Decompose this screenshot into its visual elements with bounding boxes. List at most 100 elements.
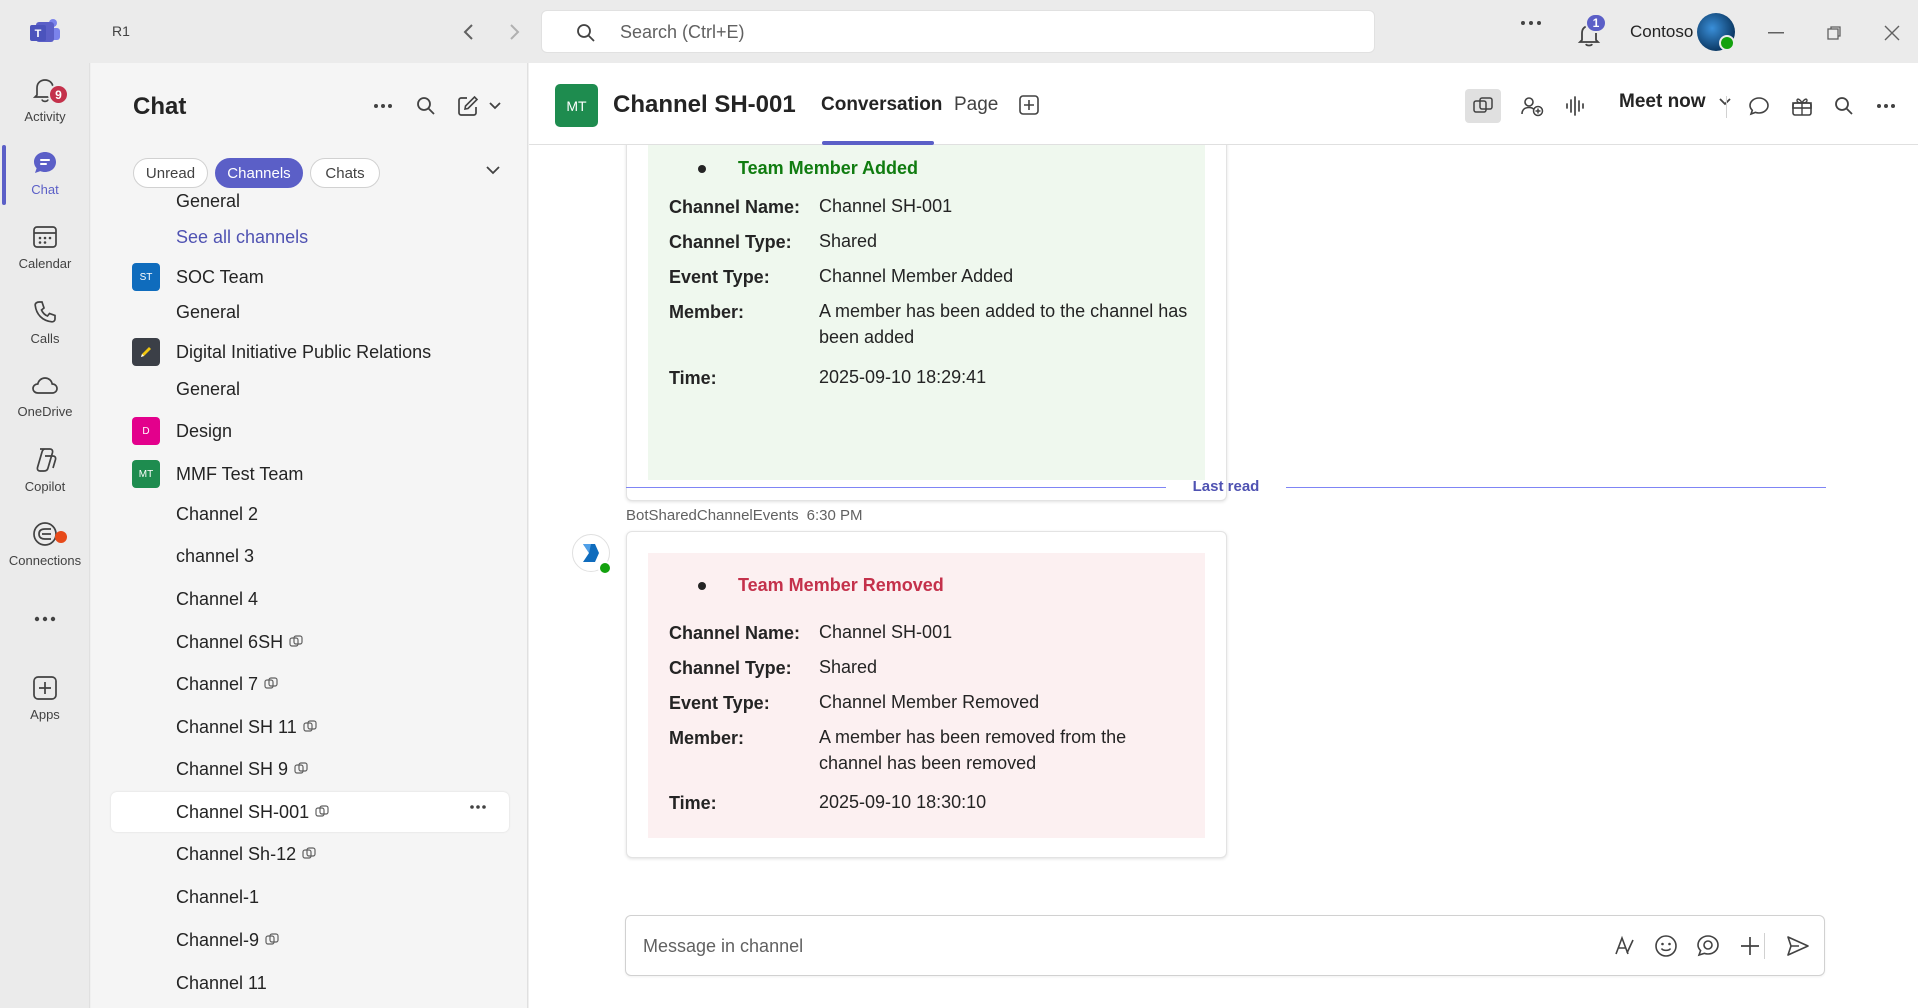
last-read-divider: Last read xyxy=(626,478,1826,498)
rail-item-activity[interactable]: Activity xyxy=(0,63,90,133)
channel-item-channel-2[interactable]: Channel 2 xyxy=(91,494,527,534)
audio-waveform-icon[interactable] xyxy=(1557,89,1593,123)
meet-now-chevron-icon[interactable] xyxy=(1718,97,1732,107)
rail-item-calls[interactable]: Calls xyxy=(0,285,90,355)
rail-item-chat[interactable]: Chat xyxy=(0,136,90,206)
shared-channel-icon xyxy=(315,805,329,819)
team-item-mmf-test-team[interactable]: MT MMF Test Team xyxy=(91,454,527,494)
search-input[interactable] xyxy=(620,19,1320,45)
channel-item-channel-4[interactable]: Channel 4 xyxy=(91,579,527,619)
channel-item-channel-1[interactable]: Channel-1 xyxy=(91,877,527,917)
restore-icon[interactable] xyxy=(1819,18,1849,48)
sidebar-search-icon[interactable] xyxy=(413,93,439,119)
shared-channel-icon xyxy=(303,720,317,734)
team-item-digital-initiative[interactable]: Digital Initiative Public Relations xyxy=(91,332,527,372)
channel-more-icon[interactable] xyxy=(1868,89,1904,123)
channel-item-channel-9[interactable]: Channel-9 xyxy=(91,920,527,960)
tab-conversation[interactable]: Conversation xyxy=(821,94,942,116)
channel-label: Channel Sh-12 xyxy=(176,843,297,864)
last-read-label: Last read xyxy=(1192,478,1260,495)
see-all-channels-link[interactable]: See all channels xyxy=(91,217,527,257)
channel-header: MT Channel SH-001 Conversation Page Meet… xyxy=(529,63,1918,145)
add-tab-icon[interactable] xyxy=(1018,94,1040,116)
channel-label: Channel-1 xyxy=(176,886,260,907)
minimize-icon[interactable] xyxy=(1761,18,1791,48)
channel-item-general[interactable]: General xyxy=(91,369,527,409)
channel-label: General xyxy=(176,378,241,399)
channel-item-channel-sh-9[interactable]: Channel SH 9 xyxy=(91,749,527,789)
channel-item-channel-7[interactable]: Channel 7 xyxy=(91,664,527,704)
add-apps-icon xyxy=(30,673,60,703)
apps-gift-icon[interactable] xyxy=(1784,89,1820,123)
team-label: MMF Test Team xyxy=(176,463,304,484)
channel-label: Channel SH-001 xyxy=(176,801,310,822)
shared-channel-info-icon[interactable] xyxy=(1465,89,1501,123)
meet-now-label: Meet now xyxy=(1619,91,1706,112)
forward-arrow-icon[interactable] xyxy=(500,18,528,46)
field-key: Channel Type: xyxy=(669,658,792,678)
channel-title: Channel SH-001 xyxy=(613,91,796,118)
field-value: Channel Member Removed xyxy=(819,692,1040,712)
message-input[interactable] xyxy=(643,932,1543,960)
attach-plus-icon[interactable] xyxy=(1736,932,1764,960)
rail-item-connections[interactable]: Connections xyxy=(0,507,90,577)
channel-label-wrap: Channel-9 xyxy=(176,930,279,951)
tab-page[interactable]: Page xyxy=(954,94,998,116)
channel-item-channel-6sh[interactable]: Channel 6SH xyxy=(91,622,527,662)
channel-item-channel-3[interactable]: channel 3 xyxy=(91,536,527,576)
rail-item-calendar[interactable]: Calendar xyxy=(0,210,90,280)
channel-item-general[interactable]: General xyxy=(91,292,527,332)
rail-item-onedrive[interactable]: OneDrive xyxy=(0,358,90,428)
team-item-soc-team[interactable]: ST SOC Team xyxy=(91,257,527,297)
channel-label: Channel 4 xyxy=(176,588,259,609)
channel-label: Channel 7 xyxy=(176,673,259,694)
rail-item-copilot[interactable]: Copilot xyxy=(0,433,90,503)
channel-search-icon[interactable] xyxy=(1826,89,1862,123)
shared-channel-icon xyxy=(289,635,303,649)
compose-options-chevron-icon[interactable] xyxy=(482,93,508,119)
org-name[interactable]: Contoso xyxy=(1630,22,1693,42)
format-text-icon[interactable] xyxy=(1610,932,1638,960)
meet-now-button[interactable]: Meet now xyxy=(1619,91,1732,113)
rail-more-apps[interactable] xyxy=(0,598,90,638)
sidebar-more-icon[interactable] xyxy=(370,93,396,119)
channel-item-channel-sh-001-selected[interactable]: Channel SH-001 xyxy=(111,792,509,832)
loop-component-icon[interactable] xyxy=(1694,932,1722,960)
channel-label-wrap: Channel 6SH xyxy=(176,632,303,653)
send-icon[interactable] xyxy=(1784,932,1812,960)
team-item-design[interactable]: D Design xyxy=(91,411,527,451)
shared-channel-icon xyxy=(302,847,316,861)
sender-name[interactable]: BotSharedChannelEvents xyxy=(626,507,799,524)
shared-channel-icon xyxy=(265,933,279,947)
card-heading-text: Team Member Added xyxy=(738,158,919,178)
title-bar: T R1 1 Contoso xyxy=(0,0,1918,63)
channel-item-channel-sh-11[interactable]: Channel SH 11 xyxy=(91,707,527,747)
manage-members-icon[interactable] xyxy=(1514,89,1550,123)
card-heading-removed: Team Member Removed xyxy=(698,575,944,596)
close-window-icon[interactable] xyxy=(1877,18,1907,48)
channel-item-general[interactable]: General xyxy=(91,181,527,221)
channel-label-wrap: Channel SH 11 xyxy=(176,717,317,738)
window-label: R1 xyxy=(112,23,130,39)
team-label: Digital Initiative Public Relations xyxy=(176,341,432,362)
filter-expand-chevron-icon[interactable] xyxy=(485,165,501,175)
rail-item-apps[interactable]: Apps xyxy=(0,661,90,731)
channel-item-channel-sh-12[interactable]: Channel Sh-12 xyxy=(91,834,527,874)
channel-label-wrap: Channel SH-001 xyxy=(176,802,329,823)
chat-bubbles-icon[interactable] xyxy=(1742,89,1778,123)
channel-more-options-icon[interactable] xyxy=(469,804,487,810)
channel-label-wrap: Channel 7 xyxy=(176,674,278,695)
back-arrow-icon[interactable] xyxy=(455,18,483,46)
card-body-added: Team Member Added Channel Name: Channel … xyxy=(648,145,1205,480)
emoji-icon[interactable] xyxy=(1652,932,1680,960)
channel-label-wrap: Channel SH 9 xyxy=(176,759,308,780)
notification-count-badge: 1 xyxy=(1585,13,1607,33)
message-composer[interactable] xyxy=(625,915,1825,976)
header-divider xyxy=(1726,96,1727,118)
more-options-icon[interactable] xyxy=(1520,20,1542,26)
last-read-line xyxy=(1286,487,1826,488)
channel-item-channel-11[interactable]: Channel 11 xyxy=(91,963,527,1003)
new-chat-compose-icon[interactable] xyxy=(455,93,481,119)
search-box[interactable] xyxy=(541,10,1375,53)
field-value: Channel SH-001 xyxy=(819,622,953,642)
